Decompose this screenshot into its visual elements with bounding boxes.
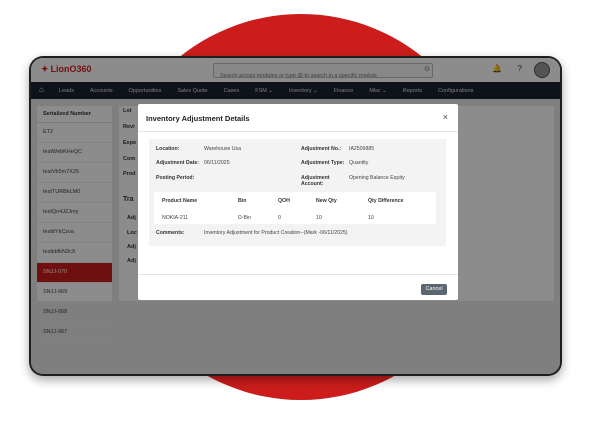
column-header: New Qty [316, 198, 337, 204]
table-cell: D-Bin [238, 215, 251, 221]
adjustment-no-value: IA2509885 [349, 146, 375, 152]
product-table: Product Name Bin QOH New Qty Qty Differe… [154, 192, 436, 224]
adjustment-date-label: Adjustment Date: [156, 160, 199, 166]
column-header: Qty Difference [368, 198, 404, 204]
adjustment-type-value: Quantity [349, 160, 369, 166]
divider [138, 274, 458, 275]
divider [138, 131, 458, 132]
comments-value: Inventory Adjustment for Product Creatio… [204, 230, 348, 236]
inventory-adjustment-dialog: Inventory Adjustment Details × Location:… [138, 104, 458, 300]
table-cell: 10 [316, 215, 322, 221]
table-cell: 0 [278, 215, 281, 221]
adjustment-account-label: Adjustment Account: [301, 175, 330, 187]
column-header: QOH [278, 198, 290, 204]
column-header: Bin [238, 198, 247, 204]
app-screen: ✦LionO360 ⊙ 🔔 ? ⌂ Leads Accounts Opportu… [31, 58, 560, 374]
laptop-frame: ✦LionO360 ⊙ 🔔 ? ⌂ Leads Accounts Opportu… [29, 56, 562, 376]
adjustment-type-label: Adjustment Type: [301, 160, 345, 166]
column-header: Product Name [162, 198, 198, 204]
cancel-button[interactable]: Cancel [421, 284, 447, 295]
adjustment-date-value: 06/11/2025 [204, 160, 230, 166]
close-icon[interactable]: × [443, 112, 448, 122]
table-cell: 10 [368, 215, 374, 221]
location-value: Warehouse Usa [204, 146, 242, 152]
comments-label: Comments: [156, 230, 185, 236]
posting-period-label: Posting Period: [156, 175, 195, 181]
location-label: Location: [156, 146, 180, 152]
table-cell: NOKIA-211 [162, 215, 189, 221]
adjustment-account-value: Opening Balance Equity [349, 175, 405, 181]
dialog-title: Inventory Adjustment Details [146, 114, 250, 123]
adjustment-details: Location: Warehouse Usa Adjustment No.: … [149, 139, 446, 246]
adjustment-no-label: Adjustment No.: [301, 146, 342, 152]
